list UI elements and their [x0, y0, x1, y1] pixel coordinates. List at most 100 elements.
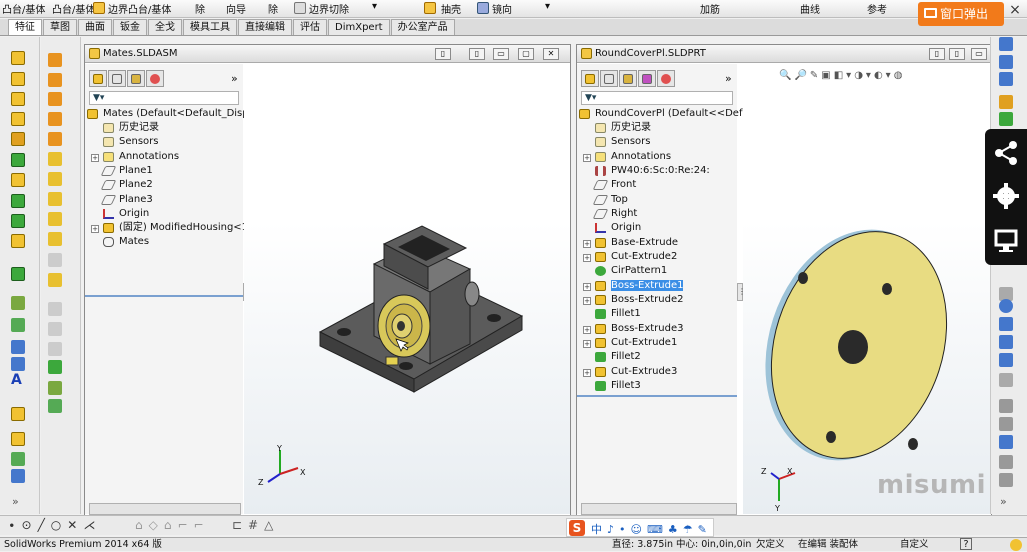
tile-left-button-2[interactable]: ▯ — [929, 48, 945, 60]
tree-item-part-root[interactable]: RoundCoverPl (Default<<Def — [579, 107, 742, 121]
sketch-entity-tools[interactable]: ∙⊙╱○✕⋌ — [8, 518, 101, 532]
tab-weldments[interactable]: 全戈 — [148, 19, 182, 35]
ribbon-boundary-boss[interactable]: 边界凸台/基体 — [108, 1, 171, 16]
help-icon[interactable]: ? — [960, 538, 972, 550]
tree-item-annotations[interactable]: Annotations — [103, 150, 179, 164]
wrap-icon[interactable] — [11, 469, 25, 483]
sketch-grayed-tools[interactable]: ⌂◇⌂⌐⌐ — [135, 518, 210, 532]
swept-cut-icon[interactable] — [48, 92, 62, 106]
ribbon-boundary-cut[interactable]: 边界切除 — [309, 1, 349, 16]
tree-item-material[interactable]: PW40:6:Sc:0:Re:24: — [595, 164, 710, 178]
lofted-boss-icon[interactable] — [11, 112, 25, 126]
sketch-tool-1-icon[interactable] — [999, 37, 1013, 51]
cut-extrude-icon[interactable] — [48, 53, 62, 67]
ribbon-mirror[interactable]: 镜向 — [492, 1, 512, 16]
property-manager-tab-2[interactable] — [600, 70, 618, 87]
grayed-right-3-icon[interactable] — [999, 399, 1013, 413]
tree-item-plane3[interactable]: Plane3 — [100, 193, 153, 207]
minimize-button[interactable]: ▭ — [493, 48, 509, 60]
grayed-tool-1-icon[interactable] — [48, 302, 62, 316]
tree-item-boss-extrude3[interactable]: Boss-Extrude3 — [595, 322, 683, 336]
extruded-boss-icon[interactable] — [11, 51, 25, 65]
lofted-cut-icon[interactable] — [48, 112, 62, 126]
curves-icon[interactable] — [11, 296, 25, 310]
delete-face-icon[interactable] — [48, 399, 62, 413]
rebuild-icon[interactable] — [1010, 539, 1022, 551]
grayed-right-2-icon[interactable] — [999, 373, 1013, 387]
grayed-tool-3-icon[interactable] — [48, 342, 62, 356]
grayed-right-6-icon[interactable] — [999, 455, 1013, 469]
rib-icon[interactable] — [11, 194, 25, 208]
tree-item-origin-2[interactable]: Origin — [595, 221, 641, 235]
tree-item-top[interactable]: Top — [592, 193, 628, 207]
tab-mold-tools[interactable]: 模具工具 — [183, 19, 237, 35]
configuration-tab-2[interactable] — [619, 70, 637, 87]
grayed-right-4-icon[interactable] — [999, 417, 1013, 431]
expand-cut-extrude3-toggle[interactable]: + — [583, 369, 591, 377]
tree-item-plane1[interactable]: Plane1 — [100, 164, 153, 178]
configuration-tab[interactable] — [127, 70, 145, 87]
grayed-right-5-icon[interactable] — [999, 435, 1013, 449]
tree-item-cut-extrude1[interactable]: Cut-Extrude1 — [595, 336, 677, 350]
shell-icon[interactable] — [424, 2, 436, 14]
expand-housing-toggle[interactable]: + — [91, 225, 99, 233]
grayed-tool-2-icon[interactable] — [48, 322, 62, 336]
ribbon-boss-base-2[interactable]: 凸台/基体 — [52, 1, 95, 16]
3d-sketch-icon[interactable] — [999, 353, 1013, 367]
tree-item-history-2[interactable]: 历史记录 — [595, 121, 651, 135]
expand-cut-extrude2-toggle[interactable]: + — [583, 254, 591, 262]
sketch-tool-2-icon[interactable] — [999, 55, 1013, 69]
settings-gear-icon[interactable] — [993, 183, 1019, 209]
helix-icon[interactable] — [11, 318, 25, 332]
share-icon[interactable] — [995, 141, 1017, 165]
expand-annotations-toggle[interactable]: + — [91, 154, 99, 162]
expand-panel-chevron-icon[interactable]: » — [231, 72, 238, 85]
tree-item-fillet1[interactable]: Fillet1 — [595, 307, 641, 321]
flex-icon[interactable] — [48, 232, 62, 246]
ime-toolbar[interactable]: S 中♪•☺⌨♣☂✎ — [566, 518, 714, 537]
display-manager-tab[interactable] — [146, 70, 164, 87]
curve-tool-icon[interactable] — [999, 317, 1013, 331]
feature-tree-tab-2[interactable] — [581, 70, 599, 87]
sketch-tool-3-icon[interactable] — [999, 72, 1013, 86]
ribbon-cut-2[interactable]: 除 — [268, 1, 278, 16]
ribbon-wizard[interactable]: 向导 — [226, 1, 246, 16]
tile-left-button[interactable]: ▯ — [435, 48, 451, 60]
tree-item-right[interactable]: Right — [592, 207, 637, 221]
draft-icon[interactable] — [11, 234, 25, 248]
tree-filter[interactable]: ▼▾ — [89, 91, 239, 105]
intersect-icon[interactable] — [11, 452, 25, 466]
ribbon-rib[interactable]: 加筋 — [700, 1, 720, 16]
boundary-cut-icon[interactable] — [294, 2, 306, 14]
ribbon-reference[interactable]: 参考 — [867, 1, 887, 16]
pattern-icon[interactable] — [11, 267, 25, 281]
tree-item-annotations-2[interactable]: Annotations — [595, 150, 671, 164]
fillet-tool-icon[interactable] — [48, 360, 62, 374]
tree-item-cut-extrude3[interactable]: Cut-Extrude3 — [595, 365, 677, 379]
shell-icon-2[interactable] — [11, 214, 25, 228]
tree-item-front[interactable]: Front — [592, 178, 636, 192]
tree-item-fillet2[interactable]: Fillet2 — [595, 350, 641, 364]
revolved-boss-icon[interactable] — [11, 72, 25, 86]
expand-cut-extrude1-toggle[interactable]: + — [583, 340, 591, 348]
tab-sketch[interactable]: 草图 — [43, 19, 77, 35]
tree-item-boss-extrude2[interactable]: Boss-Extrude2 — [595, 293, 683, 307]
maximize-button[interactable]: ▢ — [518, 48, 534, 60]
tree-item-history[interactable]: 历史记录 — [103, 121, 159, 135]
library-icon[interactable] — [999, 112, 1013, 126]
expand-annotations-toggle-2[interactable]: + — [583, 154, 591, 162]
horizontal-scrollbar-2[interactable] — [581, 503, 737, 515]
boundary-boss-icon-2[interactable] — [11, 132, 25, 146]
assembly-window-titlebar[interactable]: Mates.SLDASM ▯ ▯ ▭ ▢ ✕ — [85, 45, 570, 63]
tab-evaluate[interactable]: 评估 — [293, 19, 327, 35]
tree-item-sensors-2[interactable]: Sensors — [595, 135, 651, 149]
swept-boss-icon[interactable] — [11, 92, 25, 106]
tree-item-cut-extrude2[interactable]: Cut-Extrude2 — [595, 250, 677, 264]
ribbon-dropdown-2[interactable]: ▾ — [545, 1, 550, 12]
ribbon-cut-1[interactable]: 除 — [195, 1, 205, 16]
window-popout-button[interactable]: 窗口弹出 — [918, 2, 1004, 26]
tab-dimxpert[interactable]: DimXpert — [328, 19, 390, 35]
minimize-button-2[interactable]: ▭ — [971, 48, 987, 60]
expand-boss-extrude3-toggle[interactable]: + — [583, 326, 591, 334]
tile-right-button-2[interactable]: ▯ — [949, 48, 965, 60]
